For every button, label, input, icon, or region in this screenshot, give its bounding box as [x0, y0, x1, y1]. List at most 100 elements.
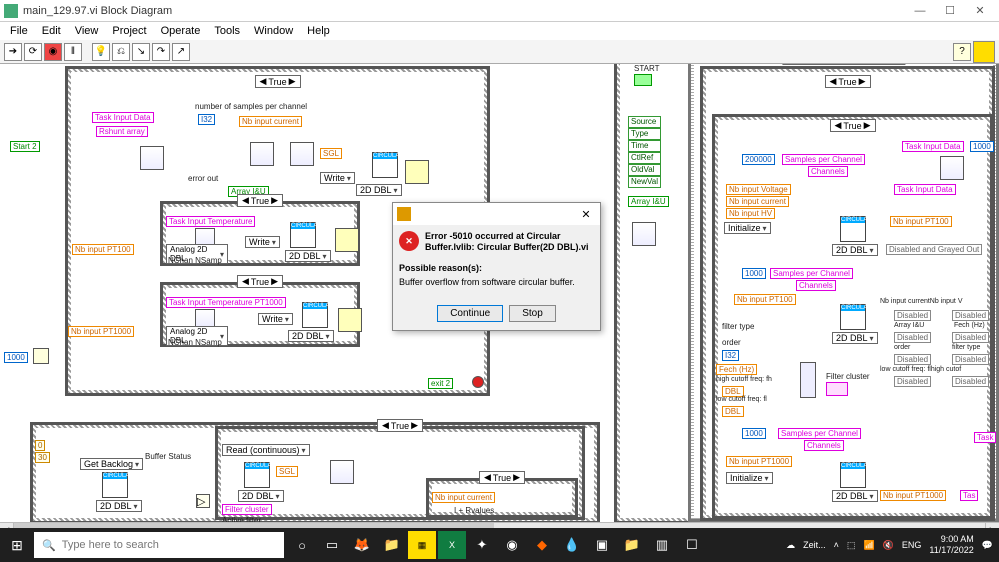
write-ddl-1[interactable]: Write [320, 172, 355, 184]
step-into-button[interactable]: ↘ [132, 43, 150, 61]
case-selector-1[interactable]: ◀ True ▶ [254, 75, 300, 88]
circular-buffer-vi-1[interactable]: CIRCULAR [372, 152, 398, 178]
build-array-node-1[interactable] [250, 142, 274, 166]
highlight-button[interactable]: 💡 [92, 43, 110, 61]
property-node-r[interactable] [632, 222, 656, 246]
weather-text[interactable]: Zeit... [803, 540, 826, 550]
event-case-selector[interactable]: ◀ [7] "START": Value Change ▶ [782, 64, 905, 65]
tray-chevron-icon[interactable]: ˄ [834, 540, 839, 550]
circular-buffer-vi-4[interactable]: CIRCULAR [102, 472, 128, 498]
volume-icon[interactable]: 🔇 [883, 540, 894, 551]
system-tray[interactable]: ☁ Zeit... ˄ ⬚ 📶 🔇 ENG 9:00 AM 11/17/2022… [786, 534, 999, 556]
filter-node[interactable] [330, 460, 354, 484]
circular-buffer-vi-r1[interactable]: CIRCULAR [840, 216, 866, 242]
menu-tools[interactable]: Tools [208, 24, 246, 38]
circular-buffer-vi-3[interactable]: CIRCULAR [302, 302, 328, 328]
tray-cloud-icon[interactable]: ⬚ [847, 540, 856, 551]
notifications-icon[interactable]: 💬 [982, 540, 993, 551]
windows-taskbar[interactable]: ⊞ 🔍 Type here to search ○ ▭ 🦊 📁 ▦ X ✦ ◉ … [0, 528, 999, 562]
chrome-icon[interactable]: ◉ [498, 531, 526, 559]
case-selector-ib[interactable]: ◀ True ▶ [479, 471, 525, 484]
menu-window[interactable]: Window [248, 24, 299, 38]
taskview-icon[interactable]: ▭ [318, 531, 346, 559]
vi-icon[interactable] [973, 41, 995, 63]
step-out-button[interactable]: ↗ [172, 43, 190, 61]
2ddbl-ddl-3[interactable]: 2D DBL [288, 330, 334, 342]
app-icon-2[interactable]: ◆ [528, 531, 556, 559]
taskbar-clock[interactable]: 9:00 AM 11/17/2022 [929, 534, 973, 556]
split-node-1[interactable] [290, 142, 314, 166]
circular-buffer-vi-2[interactable]: CIRCULAR [290, 222, 316, 248]
dialog-close-button[interactable]: ✕ [576, 208, 596, 221]
app-icon-7[interactable]: ☐ [678, 531, 706, 559]
2ddbl-ddl-5[interactable]: 2D DBL [238, 490, 284, 502]
circular-buffer-vi-r3[interactable]: CIRCULAR [840, 462, 866, 488]
menu-edit[interactable]: Edit [36, 24, 67, 38]
2ddbl-ddl-4[interactable]: 2D DBL [96, 500, 142, 512]
wifi-icon[interactable]: 📶 [863, 540, 874, 551]
wait-node[interactable] [33, 348, 49, 364]
write-ddl-2[interactable]: Write [245, 236, 280, 248]
menu-help[interactable]: Help [301, 24, 336, 38]
circular-buffer-vi-r2[interactable]: CIRCULAR [840, 304, 866, 330]
menu-file[interactable]: File [4, 24, 34, 38]
case-selector-3[interactable]: ◀ True ▶ [237, 275, 283, 288]
get-backlog-ddl[interactable]: Get Backlog [80, 458, 143, 470]
app-icon-5[interactable]: 📁 [618, 531, 646, 559]
app-icon-3[interactable]: 💧 [558, 531, 586, 559]
2ddbl-ddl-r3[interactable]: 2D DBL [832, 490, 878, 502]
daq-read-node-3[interactable] [195, 309, 215, 327]
menu-operate[interactable]: Operate [155, 24, 207, 38]
initialize-ddl-2[interactable]: Initialize [726, 472, 773, 484]
continue-button[interactable]: Continue [437, 305, 503, 322]
case-selector-r1[interactable]: ◀ True ▶ [824, 75, 870, 88]
context-help-button[interactable]: ? [953, 43, 971, 61]
labview-app-icon[interactable]: ▦ [408, 531, 436, 559]
run-button[interactable]: ➔ [4, 43, 22, 61]
cortana-icon[interactable]: ○ [288, 531, 316, 559]
compare-node[interactable]: ▷ [196, 494, 210, 508]
case-selector-bottom[interactable]: ◀ True ▶ [377, 419, 423, 432]
retain-wire-button[interactable]: ⎌ [112, 43, 130, 61]
start-button[interactable]: ⊞ [0, 537, 34, 554]
daq-read-node-1[interactable] [140, 146, 164, 170]
2ddbl-ddl-1[interactable]: 2D DBL [356, 184, 402, 196]
abort-button[interactable]: ◉ [44, 43, 62, 61]
step-over-button[interactable]: ↷ [152, 43, 170, 61]
close-button[interactable]: ✕ [965, 1, 995, 21]
probe-node-2[interactable] [335, 228, 359, 252]
daq-config-node-r[interactable] [940, 156, 964, 180]
read-continuous-ddl[interactable]: Read (continuous) [222, 444, 310, 456]
2ddbl-ddl-2[interactable]: 2D DBL [285, 250, 331, 262]
weather-icon[interactable]: ☁ [786, 540, 795, 551]
start-button-term[interactable] [634, 74, 652, 86]
bundle-node[interactable] [800, 362, 816, 398]
run-continuous-button[interactable]: ⟳ [24, 43, 42, 61]
initialize-ddl-1[interactable]: Initialize [724, 222, 771, 234]
excel-icon[interactable]: X [438, 531, 466, 559]
pause-button[interactable]: ‖ [64, 43, 82, 61]
write-ddl-3[interactable]: Write [258, 313, 293, 325]
explorer-icon[interactable]: 📁 [378, 531, 406, 559]
stop-button[interactable]: Stop [509, 305, 556, 322]
dialog-titlebar[interactable]: ✕ [393, 203, 600, 225]
case-selector-2[interactable]: ◀ True ▶ [237, 194, 283, 207]
lang-indicator[interactable]: ENG [902, 540, 922, 550]
menu-view[interactable]: View [69, 24, 105, 38]
firefox-icon[interactable]: 🦊 [348, 531, 376, 559]
2ddbl-ddl-r2[interactable]: 2D DBL [832, 332, 878, 344]
loop-stop-1[interactable] [472, 376, 484, 388]
menu-project[interactable]: Project [106, 24, 152, 38]
case-selector-r2[interactable]: ◀ True ▶ [829, 119, 875, 132]
app-icon-6[interactable]: ▥ [648, 531, 676, 559]
circular-buffer-vi-5[interactable]: CIRCULAR [244, 462, 270, 488]
taskbar-search[interactable]: 🔍 Type here to search [34, 532, 284, 558]
probe-node-3[interactable] [338, 308, 362, 332]
2ddbl-ddl-r1[interactable]: 2D DBL [832, 244, 878, 256]
attr-source: Source [628, 116, 661, 128]
app-icon-1[interactable]: ✦ [468, 531, 496, 559]
probe-node-1[interactable] [405, 160, 429, 184]
minimize-button[interactable]: — [905, 1, 935, 21]
maximize-button[interactable]: ☐ [935, 1, 965, 21]
app-icon-4[interactable]: ▣ [588, 531, 616, 559]
